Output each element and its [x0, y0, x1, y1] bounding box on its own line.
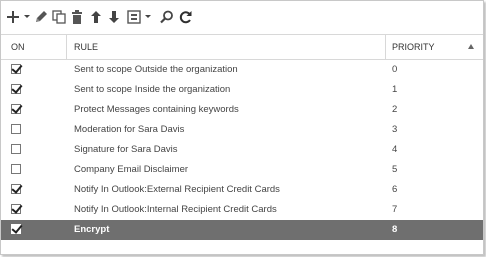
- refresh-icon[interactable]: [179, 8, 193, 26]
- sort-ascending-icon[interactable]: [468, 44, 474, 49]
- move-up-icon[interactable]: [89, 8, 103, 26]
- rules-list: Sent to scope Outside the organization 0…: [1, 60, 483, 240]
- export-icon[interactable]: [127, 8, 153, 26]
- rule-priority: 7: [392, 204, 398, 215]
- table-row[interactable]: Notify In Outlook:Internal Recipient Cre…: [1, 200, 483, 220]
- column-divider: [66, 35, 67, 59]
- rule-name: Moderation for Sara Davis: [74, 124, 185, 135]
- rule-name: Sent to scope Inside the organization: [74, 84, 231, 95]
- column-divider: [385, 35, 386, 59]
- enabled-checkbox[interactable]: [11, 84, 21, 94]
- rule-priority: 6: [392, 184, 398, 195]
- copy-icon[interactable]: [52, 8, 66, 26]
- rule-priority: 8: [392, 224, 398, 235]
- table-row[interactable]: Moderation for Sara Davis 3: [1, 120, 483, 140]
- table-row-selected[interactable]: Encrypt 8: [1, 220, 483, 240]
- delete-icon[interactable]: [70, 8, 84, 26]
- search-icon[interactable]: [160, 8, 174, 26]
- column-header: ON RULE PRIORITY: [1, 34, 483, 60]
- rule-priority: 5: [392, 164, 398, 175]
- enabled-checkbox[interactable]: [11, 224, 21, 234]
- toolbar: [1, 1, 483, 33]
- enabled-checkbox[interactable]: [11, 204, 21, 214]
- enabled-checkbox[interactable]: [11, 124, 21, 134]
- enabled-checkbox[interactable]: [11, 64, 21, 74]
- move-down-icon[interactable]: [107, 8, 121, 26]
- rule-name: Signature for Sara Davis: [74, 144, 178, 155]
- column-on[interactable]: ON: [11, 35, 25, 59]
- add-icon[interactable]: [7, 8, 31, 26]
- enabled-checkbox[interactable]: [11, 164, 21, 174]
- table-row[interactable]: Company Email Disclaimer 5: [1, 160, 483, 180]
- enabled-checkbox[interactable]: [11, 184, 21, 194]
- table-row[interactable]: Protect Messages containing keywords 2: [1, 100, 483, 120]
- rules-panel: ON RULE PRIORITY Sent to scope Outside t…: [0, 0, 484, 255]
- rule-priority: 2: [392, 104, 398, 115]
- table-row[interactable]: Notify In Outlook:External Recipient Cre…: [1, 180, 483, 200]
- rule-name: Protect Messages containing keywords: [74, 104, 239, 115]
- edit-icon[interactable]: [34, 8, 48, 26]
- enabled-checkbox[interactable]: [11, 104, 21, 114]
- rule-name: Encrypt: [74, 224, 110, 235]
- enabled-checkbox[interactable]: [11, 144, 21, 154]
- rule-priority: 3: [392, 124, 398, 135]
- rule-priority: 1: [392, 84, 398, 95]
- table-row[interactable]: Sent to scope Inside the organization 1: [1, 80, 483, 100]
- rule-priority: 4: [392, 144, 398, 155]
- rule-name: Sent to scope Outside the organization: [74, 64, 238, 75]
- rule-name: Notify In Outlook:External Recipient Cre…: [74, 184, 280, 195]
- column-priority[interactable]: PRIORITY: [392, 35, 435, 59]
- table-row[interactable]: Sent to scope Outside the organization 0: [1, 60, 483, 80]
- rule-name: Company Email Disclaimer: [74, 164, 189, 175]
- column-rule[interactable]: RULE: [74, 35, 98, 59]
- table-row[interactable]: Signature for Sara Davis 4: [1, 140, 483, 160]
- rule-priority: 0: [392, 64, 398, 75]
- rule-name: Notify In Outlook:Internal Recipient Cre…: [74, 204, 277, 215]
